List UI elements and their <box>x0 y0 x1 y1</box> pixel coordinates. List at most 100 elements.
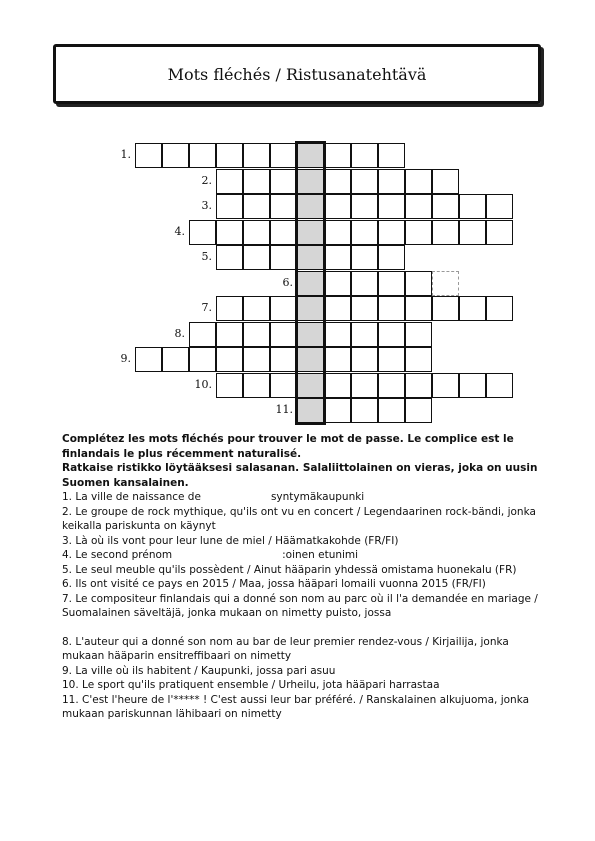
grid-cell[interactable] <box>459 219 486 245</box>
grid-cell[interactable] <box>270 347 297 372</box>
grid-cell[interactable] <box>216 372 243 398</box>
grid-cell[interactable] <box>216 321 243 347</box>
grid-cell[interactable] <box>378 347 405 372</box>
grid-cell[interactable] <box>189 321 216 347</box>
grid-cell[interactable] <box>378 296 405 321</box>
grid-cell[interactable] <box>324 245 351 270</box>
grid-cell[interactable] <box>324 296 351 321</box>
grid-cell[interactable] <box>324 219 351 245</box>
grid-cell[interactable] <box>378 398 405 423</box>
grid-cell[interactable] <box>189 219 216 245</box>
grid-cell[interactable] <box>432 219 459 245</box>
grid-cell[interactable] <box>189 143 216 168</box>
grid-cell[interactable] <box>405 219 432 245</box>
grid-cell[interactable] <box>270 194 297 219</box>
grid-cell[interactable] <box>351 296 378 321</box>
key-cell[interactable] <box>297 296 324 321</box>
grid-cell[interactable] <box>378 219 405 245</box>
grid-cell[interactable] <box>324 143 351 168</box>
grid-cell[interactable] <box>378 372 405 398</box>
grid-cell[interactable] <box>243 194 270 219</box>
grid-cell[interactable] <box>405 321 432 347</box>
grid-cell[interactable] <box>243 245 270 270</box>
grid-cell[interactable] <box>432 296 459 321</box>
key-cell[interactable] <box>297 347 324 372</box>
grid-cell[interactable] <box>378 194 405 219</box>
grid-cell[interactable] <box>432 372 459 398</box>
grid-cell[interactable] <box>189 347 216 372</box>
grid-cell[interactable] <box>405 296 432 321</box>
grid-cell[interactable] <box>459 372 486 398</box>
key-cell[interactable] <box>297 143 324 168</box>
grid-cell[interactable] <box>405 372 432 398</box>
grid-cell[interactable] <box>432 270 459 296</box>
grid-cell[interactable] <box>135 143 162 168</box>
grid-cell[interactable] <box>270 321 297 347</box>
grid-cell[interactable] <box>216 194 243 219</box>
grid-cell[interactable] <box>405 194 432 219</box>
grid-cell[interactable] <box>135 347 162 372</box>
key-cell[interactable] <box>297 398 324 423</box>
grid-cell[interactable] <box>486 372 513 398</box>
grid-cell[interactable] <box>270 143 297 168</box>
grid-cell[interactable] <box>270 219 297 245</box>
grid-cell[interactable] <box>351 194 378 219</box>
grid-cell[interactable] <box>216 219 243 245</box>
grid-cell[interactable] <box>459 296 486 321</box>
grid-cell[interactable] <box>270 245 297 270</box>
grid-cell[interactable] <box>486 296 513 321</box>
grid-cell[interactable] <box>270 168 297 194</box>
grid-cell[interactable] <box>351 398 378 423</box>
grid-cell[interactable] <box>216 245 243 270</box>
grid-cell[interactable] <box>243 168 270 194</box>
grid-cell[interactable] <box>216 143 243 168</box>
grid-cell[interactable] <box>243 296 270 321</box>
grid-cell[interactable] <box>378 270 405 296</box>
grid-cell[interactable] <box>324 347 351 372</box>
grid-cell[interactable] <box>486 194 513 219</box>
grid-cell[interactable] <box>405 270 432 296</box>
grid-cell[interactable] <box>216 347 243 372</box>
key-cell[interactable] <box>297 270 324 296</box>
grid-cell[interactable] <box>405 168 432 194</box>
grid-cell[interactable] <box>243 321 270 347</box>
grid-cell[interactable] <box>351 347 378 372</box>
grid-cell[interactable] <box>432 168 459 194</box>
grid-cell[interactable] <box>351 219 378 245</box>
grid-cell[interactable] <box>243 143 270 168</box>
grid-cell[interactable] <box>270 296 297 321</box>
grid-cell[interactable] <box>405 347 432 372</box>
grid-cell[interactable] <box>378 143 405 168</box>
grid-cell[interactable] <box>351 321 378 347</box>
grid-cell[interactable] <box>351 372 378 398</box>
grid-cell[interactable] <box>324 321 351 347</box>
grid-cell[interactable] <box>351 245 378 270</box>
key-cell[interactable] <box>297 372 324 398</box>
grid-cell[interactable] <box>432 194 459 219</box>
grid-cell[interactable] <box>324 194 351 219</box>
grid-cell[interactable] <box>243 372 270 398</box>
key-cell[interactable] <box>297 321 324 347</box>
grid-cell[interactable] <box>378 321 405 347</box>
grid-cell[interactable] <box>162 143 189 168</box>
grid-cell[interactable] <box>216 168 243 194</box>
grid-cell[interactable] <box>486 219 513 245</box>
key-cell[interactable] <box>297 168 324 194</box>
grid-cell[interactable] <box>162 347 189 372</box>
grid-cell[interactable] <box>216 296 243 321</box>
grid-cell[interactable] <box>324 398 351 423</box>
grid-cell[interactable] <box>459 194 486 219</box>
grid-cell[interactable] <box>405 398 432 423</box>
grid-cell[interactable] <box>378 168 405 194</box>
grid-cell[interactable] <box>351 168 378 194</box>
key-cell[interactable] <box>297 194 324 219</box>
grid-cell[interactable] <box>351 270 378 296</box>
grid-cell[interactable] <box>378 245 405 270</box>
grid-cell[interactable] <box>324 372 351 398</box>
grid-cell[interactable] <box>324 168 351 194</box>
grid-cell[interactable] <box>351 143 378 168</box>
grid-cell[interactable] <box>243 347 270 372</box>
grid-cell[interactable] <box>243 219 270 245</box>
grid-cell[interactable] <box>270 372 297 398</box>
key-cell[interactable] <box>297 245 324 270</box>
